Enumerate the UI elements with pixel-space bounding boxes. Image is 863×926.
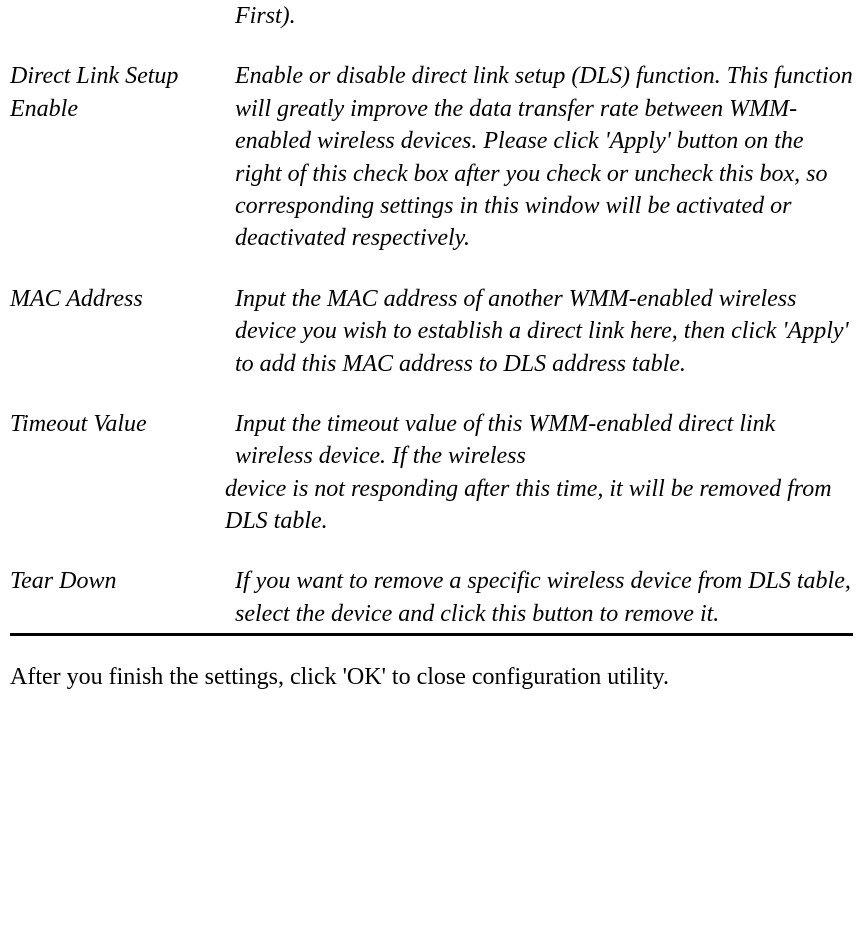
definition-description-part2: device is not responding after this time…: [225, 473, 853, 538]
definition-label: [10, 0, 235, 32]
definition-row: Direct Link Setup Enable Enable or disab…: [10, 60, 853, 254]
definition-label: Timeout Value: [10, 408, 235, 538]
definition-label: MAC Address: [10, 283, 235, 380]
definition-description: Enable or disable direct link setup (DLS…: [235, 60, 853, 254]
definition-description: Input the MAC address of another WMM-ena…: [235, 283, 853, 380]
definition-row: First).: [10, 0, 853, 32]
document-content: First). Direct Link Setup Enable Enable …: [10, 0, 853, 694]
definition-row: MAC Address Input the MAC address of ano…: [10, 283, 853, 380]
definition-description: First).: [235, 0, 853, 32]
definition-description: If you want to remove a specific wireles…: [235, 565, 853, 630]
definition-row: Timeout Value Input the timeout value of…: [10, 408, 853, 538]
definition-description-part1: Input the timeout value of this WMM-enab…: [235, 411, 775, 469]
section-divider: [10, 633, 853, 636]
definition-row: Tear Down If you want to remove a specif…: [10, 565, 853, 630]
definition-label: Direct Link Setup Enable: [10, 60, 235, 254]
definition-label: Tear Down: [10, 565, 235, 630]
definition-description: Input the timeout value of this WMM-enab…: [235, 408, 853, 538]
footer-text: After you finish the settings, click 'OK…: [10, 661, 853, 693]
